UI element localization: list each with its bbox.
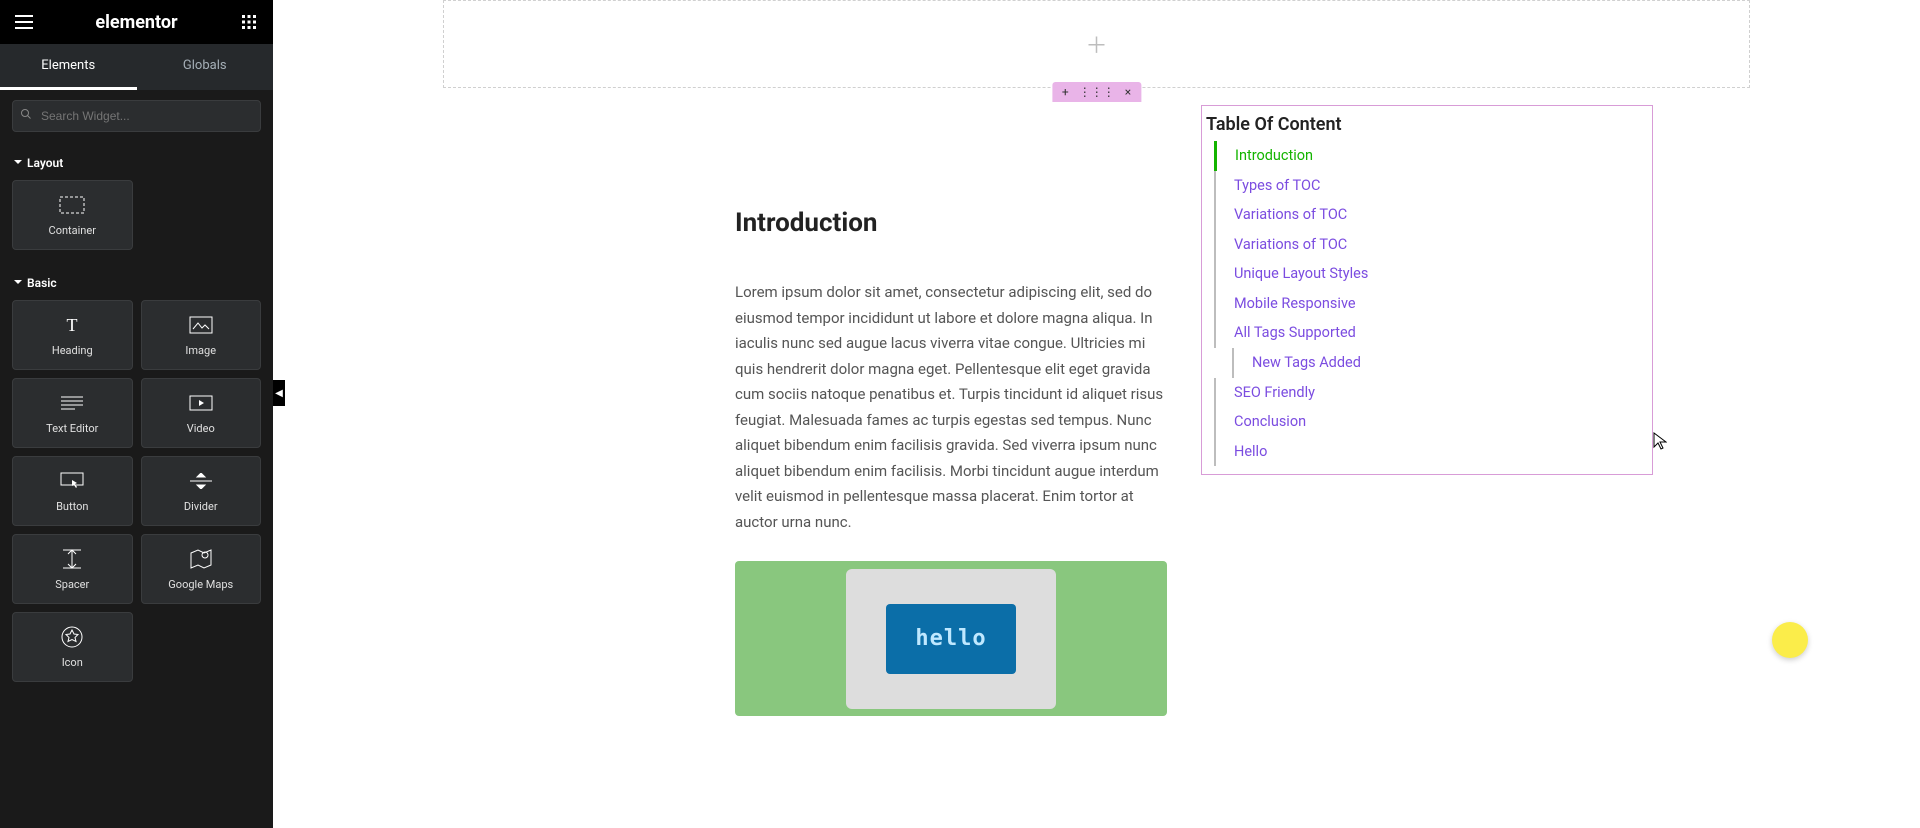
widget-handle-toolbar: + ⋮⋮⋮ × xyxy=(1052,82,1141,102)
add-section-icon[interactable]: ＋ xyxy=(1085,28,1107,60)
category-layout-toggle[interactable]: Layout xyxy=(0,142,273,180)
widget-google-maps[interactable]: Google Maps xyxy=(141,534,262,604)
toc-item[interactable]: Variations of TOC xyxy=(1214,200,1652,230)
article-heading: Introduction xyxy=(735,208,1175,238)
caret-down-icon xyxy=(14,278,22,286)
toc-item[interactable]: SEO Friendly xyxy=(1214,378,1652,408)
star-icon xyxy=(61,626,83,648)
mouse-cursor-icon xyxy=(1653,432,1667,453)
toc-item[interactable]: Types of TOC xyxy=(1214,171,1652,201)
toc-item[interactable]: Hello xyxy=(1214,437,1652,467)
spacer-icon xyxy=(63,548,81,570)
toc-item[interactable]: Introduction xyxy=(1214,141,1652,171)
handle-add-button[interactable]: + xyxy=(1062,85,1069,99)
robot-screen: hello xyxy=(886,604,1016,674)
search-widget-wrap xyxy=(0,90,273,142)
empty-section-dropzone[interactable]: ＋ xyxy=(443,0,1750,88)
widget-button[interactable]: Button xyxy=(12,456,133,526)
search-widget-input[interactable] xyxy=(12,100,261,132)
video-icon xyxy=(189,392,213,414)
tab-elements[interactable]: Elements xyxy=(0,44,137,90)
article-content: Introduction Lorem ipsum dolor sit amet,… xyxy=(735,208,1175,716)
sidebar-header: elementor xyxy=(0,0,273,44)
widget-image[interactable]: Image xyxy=(141,300,262,370)
widget-video[interactable]: Video xyxy=(141,378,262,448)
search-icon xyxy=(20,108,32,120)
widget-heading[interactable]: T Heading xyxy=(12,300,133,370)
caret-down-icon xyxy=(14,158,22,166)
handle-drag-icon[interactable]: ⋮⋮⋮ xyxy=(1079,85,1115,99)
elementor-logo: elementor xyxy=(95,12,177,33)
toc-item[interactable]: All Tags Supported xyxy=(1214,318,1652,348)
editor-canvas: ＋ + ⋮⋮⋮ × Introduction Lorem ipsum dolor… xyxy=(273,0,1920,828)
category-basic-toggle[interactable]: Basic xyxy=(0,262,273,300)
toc-list: IntroductionTypes of TOCVariations of TO… xyxy=(1202,141,1652,466)
toc-item[interactable]: Mobile Responsive xyxy=(1214,289,1652,319)
container-icon xyxy=(59,194,85,216)
widget-divider[interactable]: Divider xyxy=(141,456,262,526)
robot-illustration: hello xyxy=(846,569,1056,709)
tab-globals[interactable]: Globals xyxy=(137,44,274,90)
toc-item[interactable]: Variations of TOC xyxy=(1214,230,1652,260)
button-icon xyxy=(60,470,84,492)
svg-text:T: T xyxy=(67,316,78,334)
widget-text-editor[interactable]: Text Editor xyxy=(12,378,133,448)
hello-text: hello xyxy=(915,626,986,651)
widget-container[interactable]: Container xyxy=(12,180,133,250)
toc-item[interactable]: Conclusion xyxy=(1214,407,1652,437)
google-maps-icon xyxy=(190,548,212,570)
handle-delete-button[interactable]: × xyxy=(1125,85,1131,99)
article-paragraph: Lorem ipsum dolor sit amet, consectetur … xyxy=(735,280,1175,535)
article-image: hello xyxy=(735,561,1167,716)
toc-widget[interactable]: Table Of Content IntroductionTypes of TO… xyxy=(1201,105,1653,475)
floating-action-button[interactable] xyxy=(1772,622,1808,658)
widget-spacer[interactable]: Spacer xyxy=(12,534,133,604)
sidebar-tabs: Elements Globals xyxy=(0,44,273,90)
toc-item[interactable]: Unique Layout Styles xyxy=(1214,259,1652,289)
apps-grid-icon[interactable] xyxy=(237,10,261,34)
menu-icon[interactable] xyxy=(12,10,36,34)
heading-icon: T xyxy=(62,314,82,336)
widget-icon[interactable]: Icon xyxy=(12,612,133,682)
toc-title: Table Of Content xyxy=(1202,114,1652,141)
image-icon xyxy=(189,314,213,336)
text-editor-icon xyxy=(61,392,83,414)
elementor-sidebar: elementor Elements Globals Layout Contai… xyxy=(0,0,273,828)
divider-icon xyxy=(190,470,212,492)
toc-item[interactable]: New Tags Added xyxy=(1232,348,1652,378)
